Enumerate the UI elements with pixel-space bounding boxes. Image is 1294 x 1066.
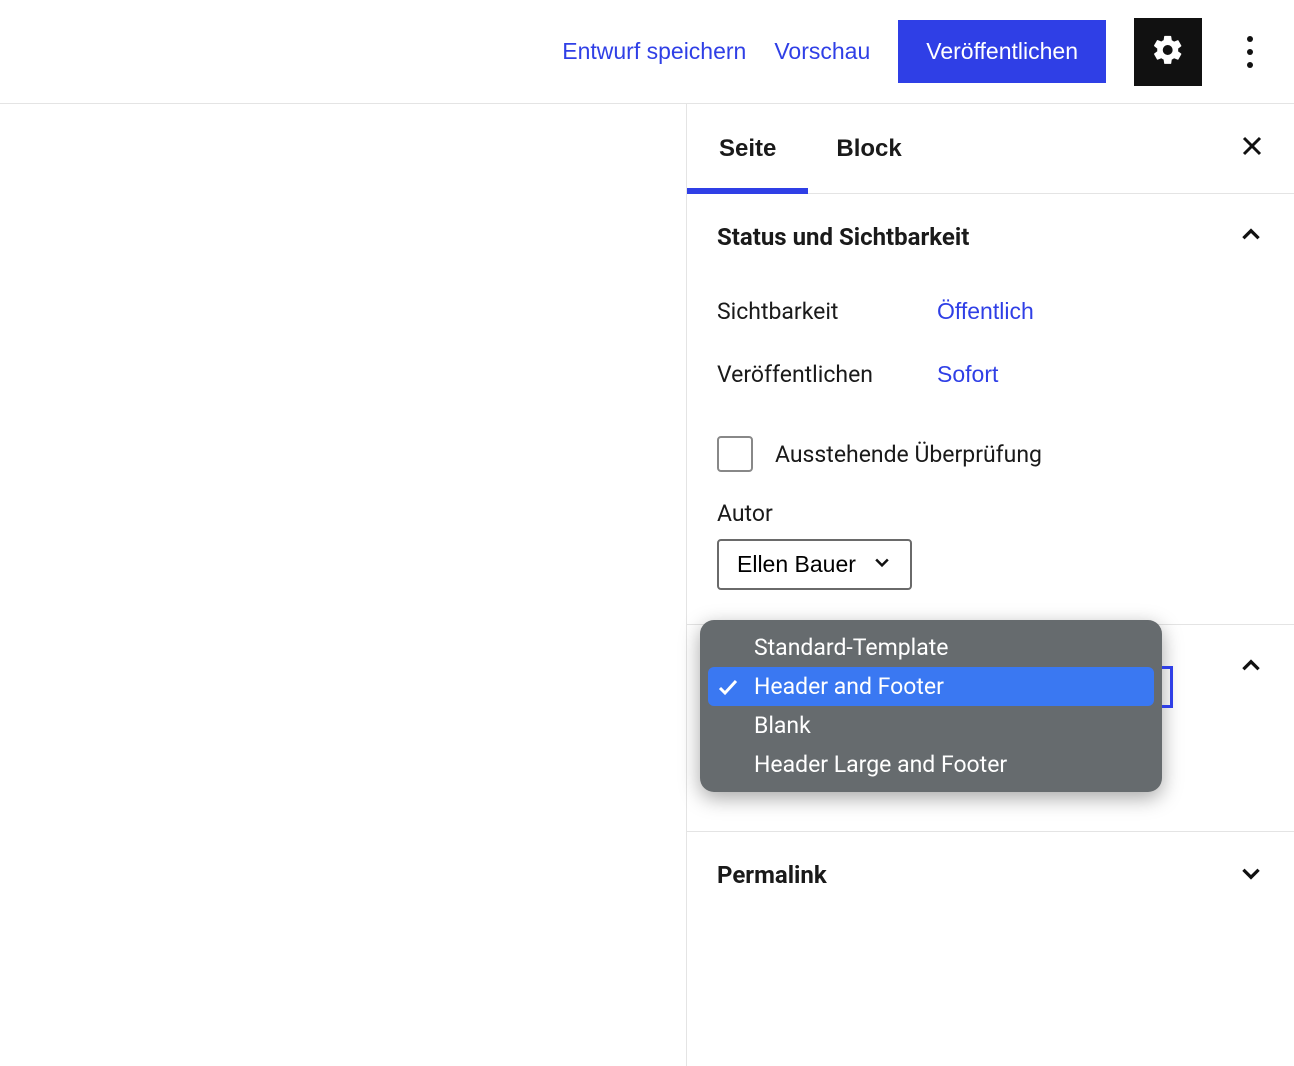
author-select[interactable]: Ellen Bauer — [717, 539, 912, 590]
template-option-blank[interactable]: Blank — [700, 706, 1162, 745]
template-option-label: Header Large and Footer — [754, 751, 1007, 778]
preview-button[interactable]: Vorschau — [774, 38, 870, 65]
section-permalink: Permalink — [687, 832, 1294, 918]
check-icon — [716, 675, 740, 699]
editor-topbar: Entwurf speichern Vorschau Veröffentlich… — [0, 0, 1294, 104]
section-status-visibility: Status und Sichtbarkeit Sichtbarkeit Öff… — [687, 194, 1294, 625]
chevron-down-icon — [872, 551, 892, 578]
pending-review-label: Ausstehende Überprüfung — [775, 441, 1042, 468]
template-option-label: Header and Footer — [754, 673, 944, 700]
section-status-title: Status und Sichtbarkeit — [717, 223, 969, 251]
chevron-up-icon — [1238, 222, 1264, 252]
save-draft-button[interactable]: Entwurf speichern — [562, 38, 746, 65]
chevron-up-icon — [1238, 653, 1264, 683]
publish-button[interactable]: Veröffentlichen — [898, 20, 1106, 83]
close-sidebar-button[interactable] — [1240, 132, 1264, 166]
vertical-dots-icon — [1247, 36, 1253, 68]
author-block: Autor Ellen Bauer — [717, 482, 1264, 624]
template-option-label: Standard-Template — [754, 634, 949, 661]
visibility-row: Sichtbarkeit Öffentlich — [717, 280, 1264, 343]
section-permalink-title: Permalink — [717, 861, 827, 889]
template-option-standard[interactable]: Standard-Template — [700, 628, 1162, 667]
author-select-value: Ellen Bauer — [737, 551, 856, 578]
close-icon — [1240, 132, 1264, 165]
template-option-header-large-footer[interactable]: Header Large and Footer — [700, 745, 1162, 784]
select-focus-edge — [1162, 666, 1173, 708]
template-dropdown[interactable]: Standard-Template Header and Footer Blan… — [700, 620, 1162, 792]
settings-sidebar: Seite Block Status und Sichtbarkeit Sich… — [686, 104, 1294, 1066]
publish-row: Veröffentlichen Sofort — [717, 343, 1264, 406]
editor-canvas[interactable] — [0, 104, 686, 1066]
publish-label: Veröffentlichen — [717, 361, 937, 388]
section-permalink-header[interactable]: Permalink — [717, 832, 1264, 918]
gear-icon — [1151, 33, 1185, 70]
author-label: Autor — [717, 500, 1264, 527]
settings-button[interactable] — [1134, 18, 1202, 86]
tab-block[interactable]: Block — [834, 104, 903, 193]
chevron-down-icon — [1238, 860, 1264, 890]
pending-review-row: Ausstehende Überprüfung — [717, 406, 1264, 482]
tab-page[interactable]: Seite — [717, 104, 778, 193]
pending-review-checkbox[interactable] — [717, 436, 753, 472]
more-options-button[interactable] — [1230, 18, 1270, 86]
template-option-header-footer[interactable]: Header and Footer — [708, 667, 1154, 706]
template-option-label: Blank — [754, 712, 811, 739]
sidebar-tabs: Seite Block — [687, 104, 1294, 194]
visibility-value[interactable]: Öffentlich — [937, 298, 1034, 325]
publish-value[interactable]: Sofort — [937, 361, 998, 388]
section-status-header[interactable]: Status und Sichtbarkeit — [717, 194, 1264, 280]
visibility-label: Sichtbarkeit — [717, 298, 937, 325]
